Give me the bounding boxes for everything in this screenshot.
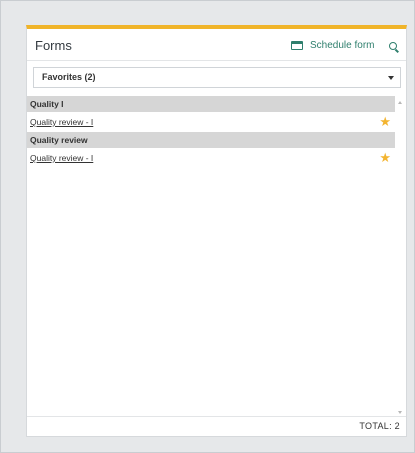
schedule-form-button[interactable]: Schedule form xyxy=(291,40,374,51)
favorites-dropdown[interactable]: Favorites (2) xyxy=(33,67,401,88)
forms-list: Quality I Quality review - I ★ Quality r… xyxy=(27,96,395,418)
scrollbar[interactable] xyxy=(395,96,406,418)
search-icon[interactable] xyxy=(389,42,397,50)
star-icon[interactable]: ★ xyxy=(379,149,391,167)
dropdown-selected-value: Favorites (2) xyxy=(42,72,96,82)
chevron-down-icon[interactable] xyxy=(388,76,394,80)
list-item: Quality review - I ★ xyxy=(27,112,395,132)
star-icon[interactable]: ★ xyxy=(379,113,391,131)
panel-footer: TOTAL: 2 xyxy=(27,416,406,436)
calendar-icon xyxy=(291,41,303,50)
forms-panel: Forms Schedule form Favorites (2) Qualit… xyxy=(26,25,407,437)
group-header: Quality I xyxy=(27,96,395,112)
list-item: Quality review - I ★ xyxy=(27,148,395,168)
page-background: Forms Schedule form Favorites (2) Qualit… xyxy=(0,0,415,453)
form-link[interactable]: Quality review - I xyxy=(30,153,93,163)
scroll-down-arrow-icon[interactable] xyxy=(398,411,402,414)
scroll-up-arrow-icon[interactable] xyxy=(398,101,402,104)
form-link[interactable]: Quality review - I xyxy=(30,117,93,127)
group-header: Quality review xyxy=(27,132,395,148)
panel-header: Forms Schedule form xyxy=(27,29,406,61)
panel-title: Forms xyxy=(35,38,72,53)
schedule-form-label: Schedule form xyxy=(310,40,375,51)
total-count: TOTAL: 2 xyxy=(359,421,400,431)
